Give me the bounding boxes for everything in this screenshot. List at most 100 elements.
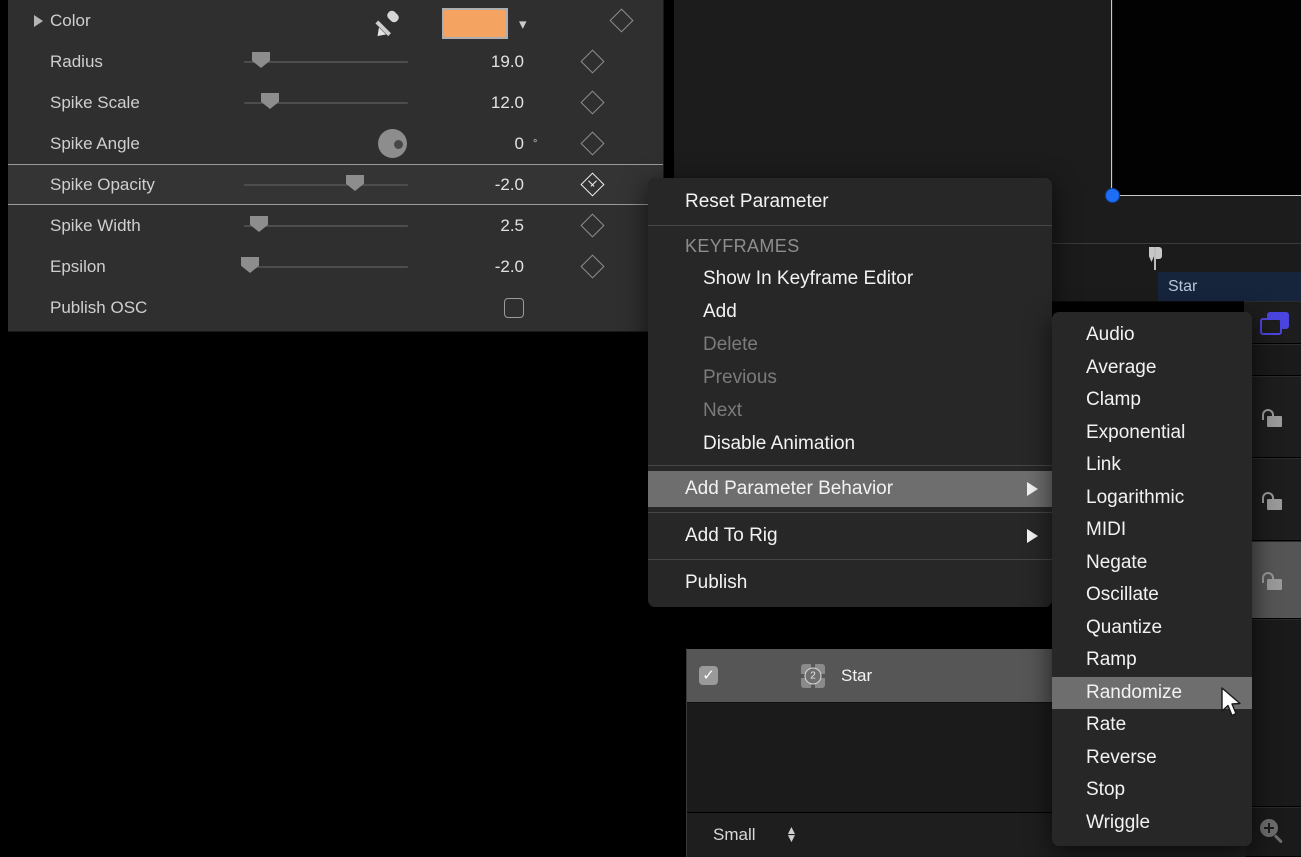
submenu-item-link[interactable]: Link xyxy=(1052,449,1252,482)
keyframe-cell[interactable] xyxy=(550,217,634,234)
keyframe-diamond-icon[interactable] xyxy=(580,213,604,237)
menu-item-add-parameter-behavior[interactable]: Add Parameter Behavior xyxy=(648,471,1052,507)
param-label: Spike Scale xyxy=(8,93,236,113)
keyframe-diamond-icon[interactable] xyxy=(580,90,604,114)
utility-cell-empty xyxy=(1244,619,1301,807)
app-root: Star xyxy=(0,0,1301,857)
submenu-item-stop[interactable]: Stop xyxy=(1052,774,1252,807)
clone-layer-cell[interactable] xyxy=(1244,301,1301,344)
spike-angle-dial-wrap[interactable] xyxy=(236,123,410,164)
param-row-epsilon[interactable]: Epsilon -2.0 xyxy=(8,246,663,287)
param-value[interactable]: 0 xyxy=(410,134,528,154)
param-label: Radius xyxy=(8,52,236,72)
disclosure-triangle-icon[interactable] xyxy=(34,15,43,27)
submenu-item-oscillate[interactable]: Oscillate xyxy=(1052,579,1252,612)
timeline-clip-star[interactable]: Star xyxy=(1158,272,1301,301)
param-label: Epsilon xyxy=(8,257,236,277)
selection-vertical-line xyxy=(1111,0,1112,196)
submenu-item-reverse[interactable]: Reverse xyxy=(1052,742,1252,775)
canvas-black-region xyxy=(1113,0,1301,196)
keyframe-diamond-active-icon[interactable] xyxy=(580,172,604,196)
spike-opacity-slider[interactable] xyxy=(236,164,410,205)
playhead-marker-icon[interactable] xyxy=(1149,247,1162,270)
submenu-item-quantize[interactable]: Quantize xyxy=(1052,612,1252,645)
param-value[interactable]: 2.5 xyxy=(410,216,528,236)
check-icon: ✓ xyxy=(702,668,715,683)
publish-osc-checkbox[interactable] xyxy=(504,298,524,318)
layer-name-label: Star xyxy=(841,666,872,686)
slider-track xyxy=(244,184,408,186)
slider-thumb[interactable] xyxy=(250,216,268,232)
eyedropper-icon[interactable] xyxy=(374,12,400,38)
menu-item-previous-keyframe: Previous xyxy=(648,361,1052,394)
zoom-in-icon xyxy=(1260,819,1286,845)
menu-item-label: Add To Rig xyxy=(685,525,778,547)
param-value[interactable]: 12.0 xyxy=(410,93,528,113)
param-value[interactable]: 19.0 xyxy=(410,52,528,72)
slider-thumb[interactable] xyxy=(261,93,279,109)
submenu-item-audio[interactable]: Audio xyxy=(1052,319,1252,352)
submenu-item-midi[interactable]: MIDI xyxy=(1052,514,1252,547)
lock-cell-1[interactable] xyxy=(1244,376,1301,458)
keyframe-diamond-icon[interactable] xyxy=(609,8,633,32)
submenu-item-negate[interactable]: Negate xyxy=(1052,547,1252,580)
param-label: Spike Opacity xyxy=(8,175,236,195)
layer-badge-count: 2 xyxy=(805,667,822,684)
submenu-item-logarithmic[interactable]: Logarithmic xyxy=(1052,482,1252,515)
epsilon-slider[interactable] xyxy=(236,246,410,287)
keyframe-cell[interactable] xyxy=(550,53,634,70)
submenu-item-average[interactable]: Average xyxy=(1052,352,1252,385)
keyframe-cell[interactable] xyxy=(550,94,634,111)
parameter-inspector: Color ▾ Radius 19.0 Sp xyxy=(8,0,664,332)
lock-cell-2[interactable] xyxy=(1244,458,1301,541)
slider-thumb[interactable] xyxy=(252,52,270,68)
submenu-item-wriggle[interactable]: Wriggle xyxy=(1052,807,1252,840)
angle-dial[interactable] xyxy=(378,129,407,158)
submenu-item-exponential[interactable]: Exponential xyxy=(1052,417,1252,450)
chevron-down-icon[interactable]: ▾ xyxy=(519,15,527,33)
zoom-in-cell[interactable] xyxy=(1244,807,1301,857)
menu-item-publish[interactable]: Publish xyxy=(648,565,1052,601)
slider-thumb[interactable] xyxy=(346,175,364,191)
keyframe-cell[interactable] xyxy=(579,12,663,29)
spike-scale-slider[interactable] xyxy=(236,82,410,123)
timeline-clip-label: Star xyxy=(1168,278,1197,296)
param-value[interactable]: -2.0 xyxy=(410,257,528,277)
menu-item-reset-parameter[interactable]: Reset Parameter xyxy=(648,184,1052,220)
param-row-spike-width[interactable]: Spike Width 2.5 xyxy=(8,205,663,246)
lock-open-icon xyxy=(1262,489,1284,511)
param-row-spike-angle[interactable]: Spike Angle 0 ° xyxy=(8,123,663,164)
layer-size-value: Small xyxy=(713,825,756,845)
menu-item-disable-animation[interactable]: Disable Animation xyxy=(648,427,1052,460)
keyframe-cell[interactable] xyxy=(550,258,634,275)
radius-slider[interactable] xyxy=(236,41,410,82)
menu-separator xyxy=(648,225,1052,226)
layer-visibility-checkbox[interactable]: ✓ xyxy=(699,666,718,685)
submenu-item-clamp[interactable]: Clamp xyxy=(1052,384,1252,417)
mouse-cursor-icon xyxy=(1221,687,1243,719)
menu-item-add-to-rig[interactable]: Add To Rig xyxy=(648,518,1052,554)
slider-thumb[interactable] xyxy=(241,257,259,273)
param-row-radius[interactable]: Radius 19.0 xyxy=(8,41,663,82)
menu-item-add-keyframe[interactable]: Add xyxy=(648,295,1052,328)
selection-corner-handle[interactable] xyxy=(1106,189,1119,202)
param-value[interactable]: -2.0 xyxy=(410,175,528,195)
layer-size-stepper[interactable]: ▲ ▼ xyxy=(786,827,798,842)
submenu-item-ramp[interactable]: Ramp xyxy=(1052,644,1252,677)
menu-item-show-in-keyframe-editor[interactable]: Show In Keyframe Editor xyxy=(648,262,1052,295)
keyframe-diamond-icon[interactable] xyxy=(580,49,604,73)
keyframe-diamond-icon[interactable] xyxy=(580,254,604,278)
keyframe-diamond-icon[interactable] xyxy=(580,131,604,155)
spike-width-slider[interactable] xyxy=(236,205,410,246)
param-row-spike-opacity[interactable]: Spike Opacity -2.0 ▾ xyxy=(8,164,663,205)
keyframe-cell[interactable] xyxy=(550,176,634,193)
param-row-color[interactable]: Color ▾ xyxy=(8,0,663,41)
color-swatch[interactable] xyxy=(442,8,508,39)
menu-separator xyxy=(648,559,1052,560)
param-label: Spike Angle xyxy=(8,134,236,154)
param-row-publish-osc[interactable]: Publish OSC xyxy=(8,287,663,328)
param-row-spike-scale[interactable]: Spike Scale 12.0 xyxy=(8,82,663,123)
lock-cell-3-selected[interactable] xyxy=(1244,541,1301,619)
menu-section-keyframes: KEYFRAMES xyxy=(648,231,1052,262)
keyframe-cell[interactable] xyxy=(550,135,634,152)
